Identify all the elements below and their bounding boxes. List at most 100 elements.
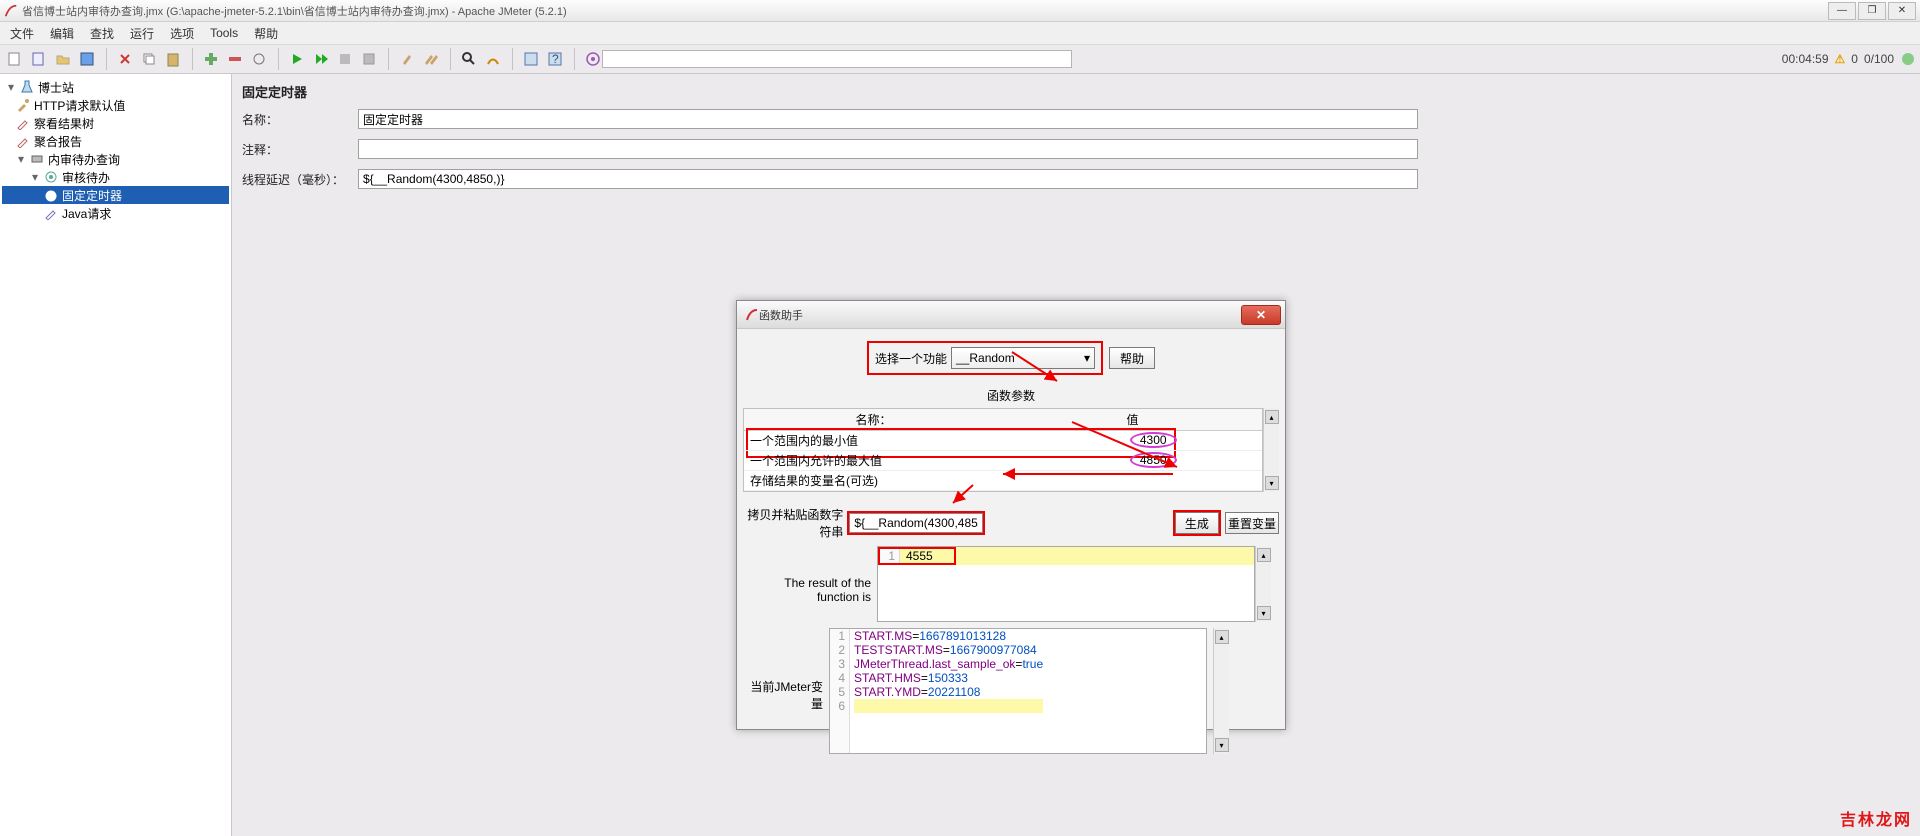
template-icon[interactable] [28, 48, 50, 70]
elapsed-time: 00:04:59 [1782, 52, 1829, 66]
menu-search[interactable]: 查找 [82, 23, 122, 44]
collapse-icon[interactable] [224, 48, 246, 70]
save-icon[interactable] [76, 48, 98, 70]
panel-title: 固定定时器 [242, 82, 1910, 101]
menu-file[interactable]: 文件 [2, 23, 42, 44]
new-icon[interactable] [4, 48, 26, 70]
cut-icon[interactable] [114, 48, 136, 70]
scroll-up-icon[interactable]: ▴ [1265, 410, 1279, 424]
name-label: 名称： [242, 111, 352, 128]
param-row[interactable]: 存储结果的变量名(可选) [744, 471, 1262, 491]
menu-run[interactable]: 运行 [122, 23, 162, 44]
tree-aggregate-report[interactable]: 聚合报告 [2, 132, 229, 150]
scroll-up-icon[interactable]: ▴ [1215, 630, 1229, 644]
annotation-box [847, 511, 985, 535]
toggle-icon[interactable] [248, 48, 270, 70]
menu-options[interactable]: 选项 [162, 23, 202, 44]
test-plan-tree[interactable]: ▾ 博士站 HTTP请求默认值 察看结果树 聚合报告 ▾ 内审待办查询 ▾ 审核… [0, 74, 232, 836]
function-helper-icon[interactable] [520, 48, 542, 70]
annotation-box: 生成 [1173, 510, 1221, 536]
comment-label: 注释： [242, 141, 352, 158]
watermark: 吉林龙网 [1840, 806, 1912, 830]
params-header: 函数参数 [743, 387, 1279, 404]
reset-vars-button[interactable]: 重置变量 [1225, 512, 1279, 534]
threads-running-icon [1900, 51, 1916, 67]
start-notimers-icon[interactable] [310, 48, 332, 70]
params-scrollbar[interactable]: ▴ ▾ [1263, 408, 1279, 492]
param-row[interactable]: 一个范围内允许的最大值 4850 [744, 451, 1262, 471]
tree-root[interactable]: ▾ 博士站 [2, 78, 229, 96]
reset-search-icon[interactable] [482, 48, 504, 70]
annotation-box: 1 4555 [878, 547, 956, 565]
scroll-up-icon[interactable]: ▴ [1257, 548, 1271, 562]
menu-help[interactable]: 帮助 [246, 23, 286, 44]
maximize-button[interactable]: ❐ [1858, 2, 1886, 20]
annotation-circle[interactable]: 4850 [1130, 452, 1177, 468]
current-vars-label: 当前JMeter变量 [743, 628, 823, 754]
wrench-icon [16, 98, 30, 112]
editor-panel: 固定定时器 名称： 注释： 线程延迟（毫秒）： 函数助手 ✕ 选择一个功能 [232, 74, 1920, 836]
clear-all-icon[interactable] [420, 48, 442, 70]
jmeter-icon [745, 308, 759, 322]
dialog-title: 函数助手 [759, 307, 1241, 323]
tree-thread-group[interactable]: ▾ 内审待办查询 [2, 150, 229, 168]
target-icon [44, 170, 58, 184]
function-string-input[interactable] [849, 513, 983, 533]
eyedropper-icon [16, 116, 30, 130]
stop-icon[interactable] [334, 48, 356, 70]
warning-count: 0 [1851, 52, 1858, 66]
help-icon[interactable]: ? [544, 48, 566, 70]
param-row[interactable]: 一个范围内的最小值 4300 [744, 431, 1262, 451]
paste-icon[interactable] [162, 48, 184, 70]
scroll-down-icon[interactable]: ▾ [1215, 738, 1229, 752]
function-select[interactable]: __Random ▾ [951, 347, 1095, 369]
generate-button[interactable]: 生成 [1175, 512, 1219, 534]
annotation-circle[interactable]: 4300 [1130, 432, 1177, 448]
result-scrollbar[interactable]: ▴ ▾ [1255, 546, 1271, 622]
toolbar-search-input[interactable] [602, 50, 1072, 68]
flask-icon [20, 80, 34, 94]
copy-icon[interactable] [138, 48, 160, 70]
clear-icon[interactable] [396, 48, 418, 70]
col-value: 值 [1003, 409, 1262, 430]
tree-java-request[interactable]: Java请求 [2, 204, 229, 222]
minimize-button[interactable]: — [1828, 2, 1856, 20]
start-icon[interactable] [286, 48, 308, 70]
chevron-down-icon: ▾ [1084, 351, 1090, 365]
window-controls: — ❐ ✕ [1826, 2, 1916, 20]
jmeter-icon [4, 4, 18, 18]
col-name: 名称： [744, 409, 1003, 430]
dialog-titlebar[interactable]: 函数助手 ✕ [737, 301, 1285, 329]
menu-edit[interactable]: 编辑 [42, 23, 82, 44]
shutdown-icon[interactable] [358, 48, 380, 70]
tree-controller[interactable]: ▾ 审核待办 [2, 168, 229, 186]
tree-http-defaults[interactable]: HTTP请求默认值 [2, 96, 229, 114]
scroll-down-icon[interactable]: ▾ [1257, 606, 1271, 620]
tree-fixed-timer[interactable]: 固定定时器 [2, 186, 229, 204]
vars-scrollbar[interactable]: ▴ ▾ [1213, 628, 1229, 754]
warning-icon[interactable]: ⚠ [1835, 52, 1846, 66]
timer-icon [44, 188, 58, 202]
name-input[interactable] [358, 109, 1418, 129]
comment-input[interactable] [358, 139, 1418, 159]
open-icon[interactable] [52, 48, 74, 70]
dialog-close-button[interactable]: ✕ [1241, 305, 1281, 325]
thread-dump-icon[interactable] [582, 48, 604, 70]
delay-input[interactable] [358, 169, 1418, 189]
expand-icon[interactable] [200, 48, 222, 70]
vars-textarea[interactable]: 123456 START.MS=1667891013128TESTSTART.M… [829, 628, 1207, 754]
eyedropper-icon [44, 206, 58, 220]
copy-string-label: 拷贝并粘贴函数字符串 [743, 506, 843, 540]
function-helper-dialog: 函数助手 ✕ 选择一个功能 __Random ▾ 帮助 函数参数 [736, 300, 1286, 730]
search-icon[interactable] [458, 48, 480, 70]
menu-tools[interactable]: Tools [202, 24, 246, 42]
params-table: 名称： 值 一个范围内的最小值 4300 一个范围内允许的最大值 4850 存储… [743, 408, 1263, 492]
eyedropper-icon [16, 134, 30, 148]
close-window-button[interactable]: ✕ [1888, 2, 1916, 20]
tree-view-results[interactable]: 察看结果树 [2, 114, 229, 132]
delay-label: 线程延迟（毫秒）： [242, 171, 352, 188]
result-textarea[interactable]: 1 4555 [877, 546, 1255, 622]
scroll-down-icon[interactable]: ▾ [1265, 476, 1279, 490]
spool-icon [30, 152, 44, 166]
help-button[interactable]: 帮助 [1109, 347, 1155, 369]
